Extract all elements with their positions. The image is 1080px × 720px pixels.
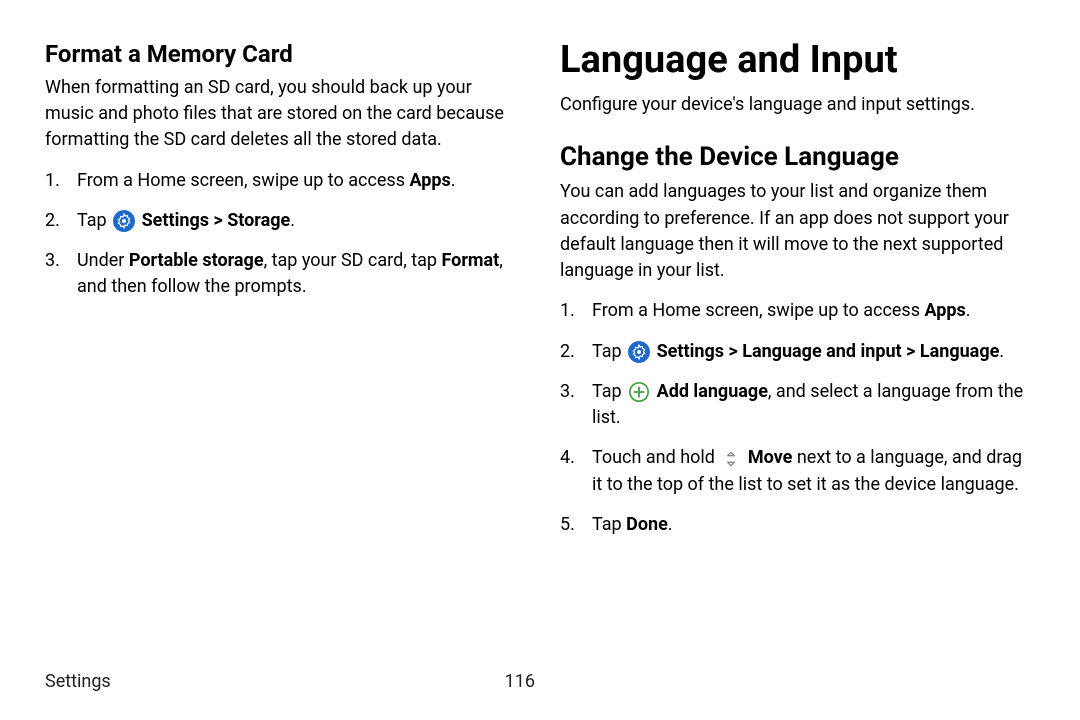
step-text: . [668,514,673,535]
change-language-intro: You can add languages to your list and o… [560,179,1035,284]
step-text: From a Home screen, swipe up to access [592,300,924,321]
change-language-steps: From a Home screen, swipe up to access A… [560,298,1035,538]
apps-bold: Apps [409,170,450,191]
step-text: , tap your SD card, tap [264,250,442,271]
format-card-steps: From a Home screen, swipe up to access A… [45,168,520,301]
move-bold: Move [743,447,792,468]
add-icon [628,381,650,403]
format-bold: Format [441,250,499,271]
settings-icon [628,341,650,363]
portable-storage-bold: Portable storage [129,250,264,271]
settings-storage-bold: Settings > Storage [137,210,290,231]
format-step-1: From a Home screen, swipe up to access A… [45,168,520,194]
two-column-layout: Format a Memory Card When formatting an … [45,40,1035,552]
step-text: Under [77,250,129,271]
lang-step-1: From a Home screen, swipe up to access A… [560,298,1035,324]
settings-lang-path-bold: Settings > Language and input > Language [652,341,999,362]
step-text: . [999,341,1004,362]
step-text: . [451,170,456,191]
left-column: Format a Memory Card When formatting an … [45,40,520,552]
lang-step-4: Touch and hold Move next to a language, … [560,445,1035,498]
add-language-bold: Add language [652,381,768,402]
footer-page-number: 116 [505,671,535,692]
format-card-intro: When formatting an SD card, you should b… [45,75,520,154]
step-text: Tap [592,514,626,535]
settings-icon [113,210,135,232]
step-text: Touch and hold [592,447,719,468]
step-text: Tap [592,341,626,362]
apps-bold: Apps [924,300,965,321]
lang-step-2: Tap Settings > Language and input > Lang… [560,339,1035,365]
format-step-3: Under Portable storage, tap your SD card… [45,248,520,301]
step-text: . [290,210,295,231]
language-input-title: Language and Input [560,40,1035,82]
right-column: Language and Input Configure your device… [560,40,1035,552]
step-text: From a Home screen, swipe up to access [77,170,409,191]
step-text: . [966,300,971,321]
format-card-heading: Format a Memory Card [45,40,520,69]
step-text: Tap [592,381,626,402]
done-bold: Done [626,514,668,535]
change-language-heading: Change the Device Language [560,142,1035,173]
lang-step-5: Tap Done. [560,512,1035,538]
page-footer: Settings 116 [45,671,535,692]
language-input-subtitle: Configure your device's language and inp… [560,92,1035,118]
footer-section-label: Settings [45,671,111,692]
lang-step-3: Tap Add language, and select a language … [560,379,1035,432]
format-step-2: Tap Settings > Storage. [45,208,520,234]
step-text: Tap [77,210,111,231]
move-icon [721,449,741,469]
